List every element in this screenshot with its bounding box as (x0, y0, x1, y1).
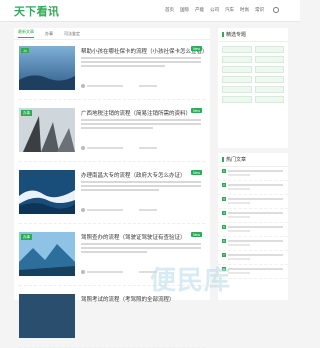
hot-item[interactable]: 5 (218, 223, 288, 237)
topic-chip[interactable] (222, 86, 252, 93)
topic-chip[interactable] (254, 56, 284, 63)
article-item[interactable]: Jo 帮助小孩在哪社保卡的流程（小孩社保卡怎么查看） New (19, 42, 208, 100)
article-excerpt (81, 119, 201, 135)
article-meta (81, 270, 157, 274)
article-thumbnail[interactable]: 办事 (19, 108, 75, 152)
nav-item[interactable]: 公司 (210, 7, 219, 13)
watermark-logo: 便民库 (150, 266, 232, 296)
main-nav: 首页 国际 产能 公司 汽车 时尚 常识 (165, 7, 279, 13)
topic-chip[interactable] (254, 46, 284, 53)
tab-judicial[interactable]: 司法鉴定 (64, 31, 80, 37)
topic-chip[interactable] (254, 86, 284, 93)
article-item[interactable]: 办理南昌大专的流程（政府大专怎么办证） New (19, 166, 205, 224)
article-title[interactable]: 办理南昌大专的流程（政府大专怎么办证） (81, 171, 186, 179)
article-item[interactable]: 驾照考试的流程（考驾照的全部流程） (19, 290, 205, 348)
article-excerpt (81, 243, 201, 259)
topic-chip[interactable] (222, 96, 252, 103)
new-badge: New (190, 232, 202, 237)
hot-item[interactable]: 1 (218, 167, 288, 181)
category-tag[interactable]: Jo (21, 48, 29, 53)
article-title[interactable]: 帮助小孩在哪社保卡的流程（小孩社保卡怎么查看） (81, 47, 208, 55)
article-item[interactable]: 办事 广西地税注销的流程（简易注销所需的资料） New (19, 104, 205, 162)
card-title: 热门文章 (218, 153, 288, 167)
article-meta (81, 146, 157, 150)
nav-item[interactable]: 首页 (165, 7, 174, 13)
avatar (81, 146, 85, 150)
article-thumbnail[interactable] (19, 170, 75, 214)
avatar (81, 84, 85, 88)
hot-item[interactable]: 2 (218, 181, 288, 195)
hot-item[interactable]: 3 (218, 195, 288, 209)
search-icon[interactable] (273, 7, 279, 13)
topic-chip[interactable] (222, 76, 252, 83)
article-meta (81, 208, 157, 212)
site-logo[interactable]: 天下看讯 (14, 3, 59, 19)
topic-chip[interactable] (254, 96, 284, 103)
card-title: 精选专题 (218, 28, 288, 42)
topic-chip[interactable] (254, 66, 284, 73)
top-header: 天下看讯 首页 国际 产能 公司 汽车 时尚 常识 (0, 0, 300, 22)
featured-topics-card: 精选专题 (218, 28, 288, 148)
nav-item[interactable]: 产能 (195, 7, 204, 13)
topic-chip[interactable] (222, 56, 252, 63)
avatar (81, 270, 85, 274)
article-title[interactable]: 驾照查办的流程（驾驶证驾驶证有查验证） (81, 233, 186, 241)
hot-item[interactable]: 4 (218, 209, 288, 223)
article-thumbnail[interactable]: 办事 (19, 232, 75, 276)
category-tag[interactable]: 办事 (21, 110, 32, 116)
article-thumbnail[interactable] (19, 294, 75, 338)
tab-latest[interactable]: 最新文章 (18, 29, 34, 38)
avatar (81, 208, 85, 212)
tab-bar: 最新文章 办事 司法鉴定 (14, 28, 210, 40)
new-badge: New (190, 170, 202, 175)
article-excerpt (81, 181, 201, 197)
new-badge: New (190, 46, 202, 51)
tab-affairs[interactable]: 办事 (45, 31, 53, 37)
article-title[interactable]: 广西地税注销的流程（简易注销所需的资料） (81, 109, 191, 117)
new-badge: New (190, 108, 202, 113)
article-excerpt (81, 57, 201, 73)
nav-item[interactable]: 常识 (255, 7, 264, 13)
topic-chip[interactable] (222, 46, 252, 53)
topic-chip[interactable] (222, 66, 252, 73)
category-tag[interactable]: 办事 (21, 234, 32, 240)
article-thumbnail[interactable]: Jo (19, 46, 75, 90)
nav-item[interactable]: 汽车 (225, 7, 234, 13)
hot-item[interactable]: 6 (218, 237, 288, 251)
topic-grid (218, 42, 288, 107)
nav-item[interactable]: 国际 (180, 7, 189, 13)
article-meta (81, 84, 157, 88)
topic-chip[interactable] (254, 76, 284, 83)
nav-item[interactable]: 时尚 (240, 7, 249, 13)
